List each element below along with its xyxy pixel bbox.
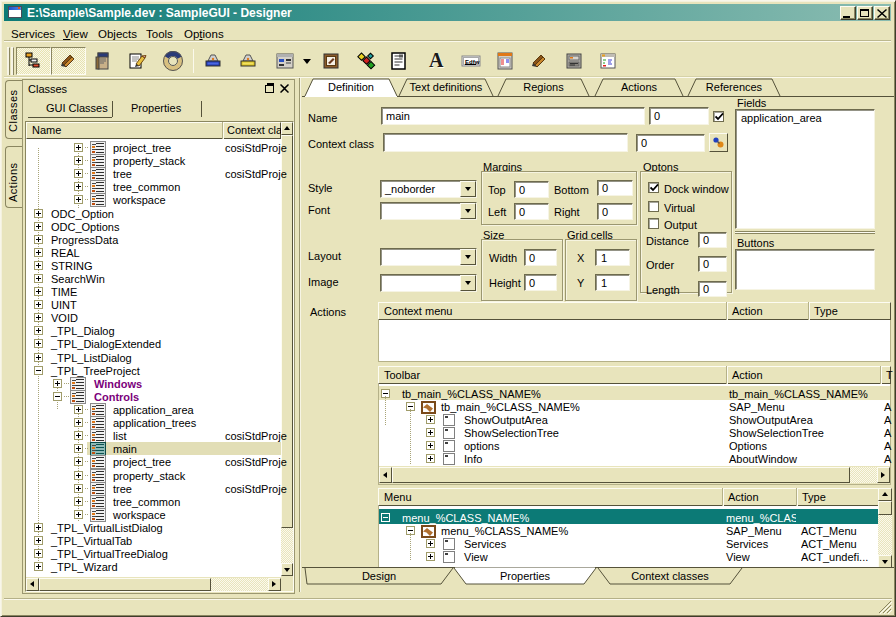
svg-text:Edfw: Edfw bbox=[465, 59, 480, 65]
